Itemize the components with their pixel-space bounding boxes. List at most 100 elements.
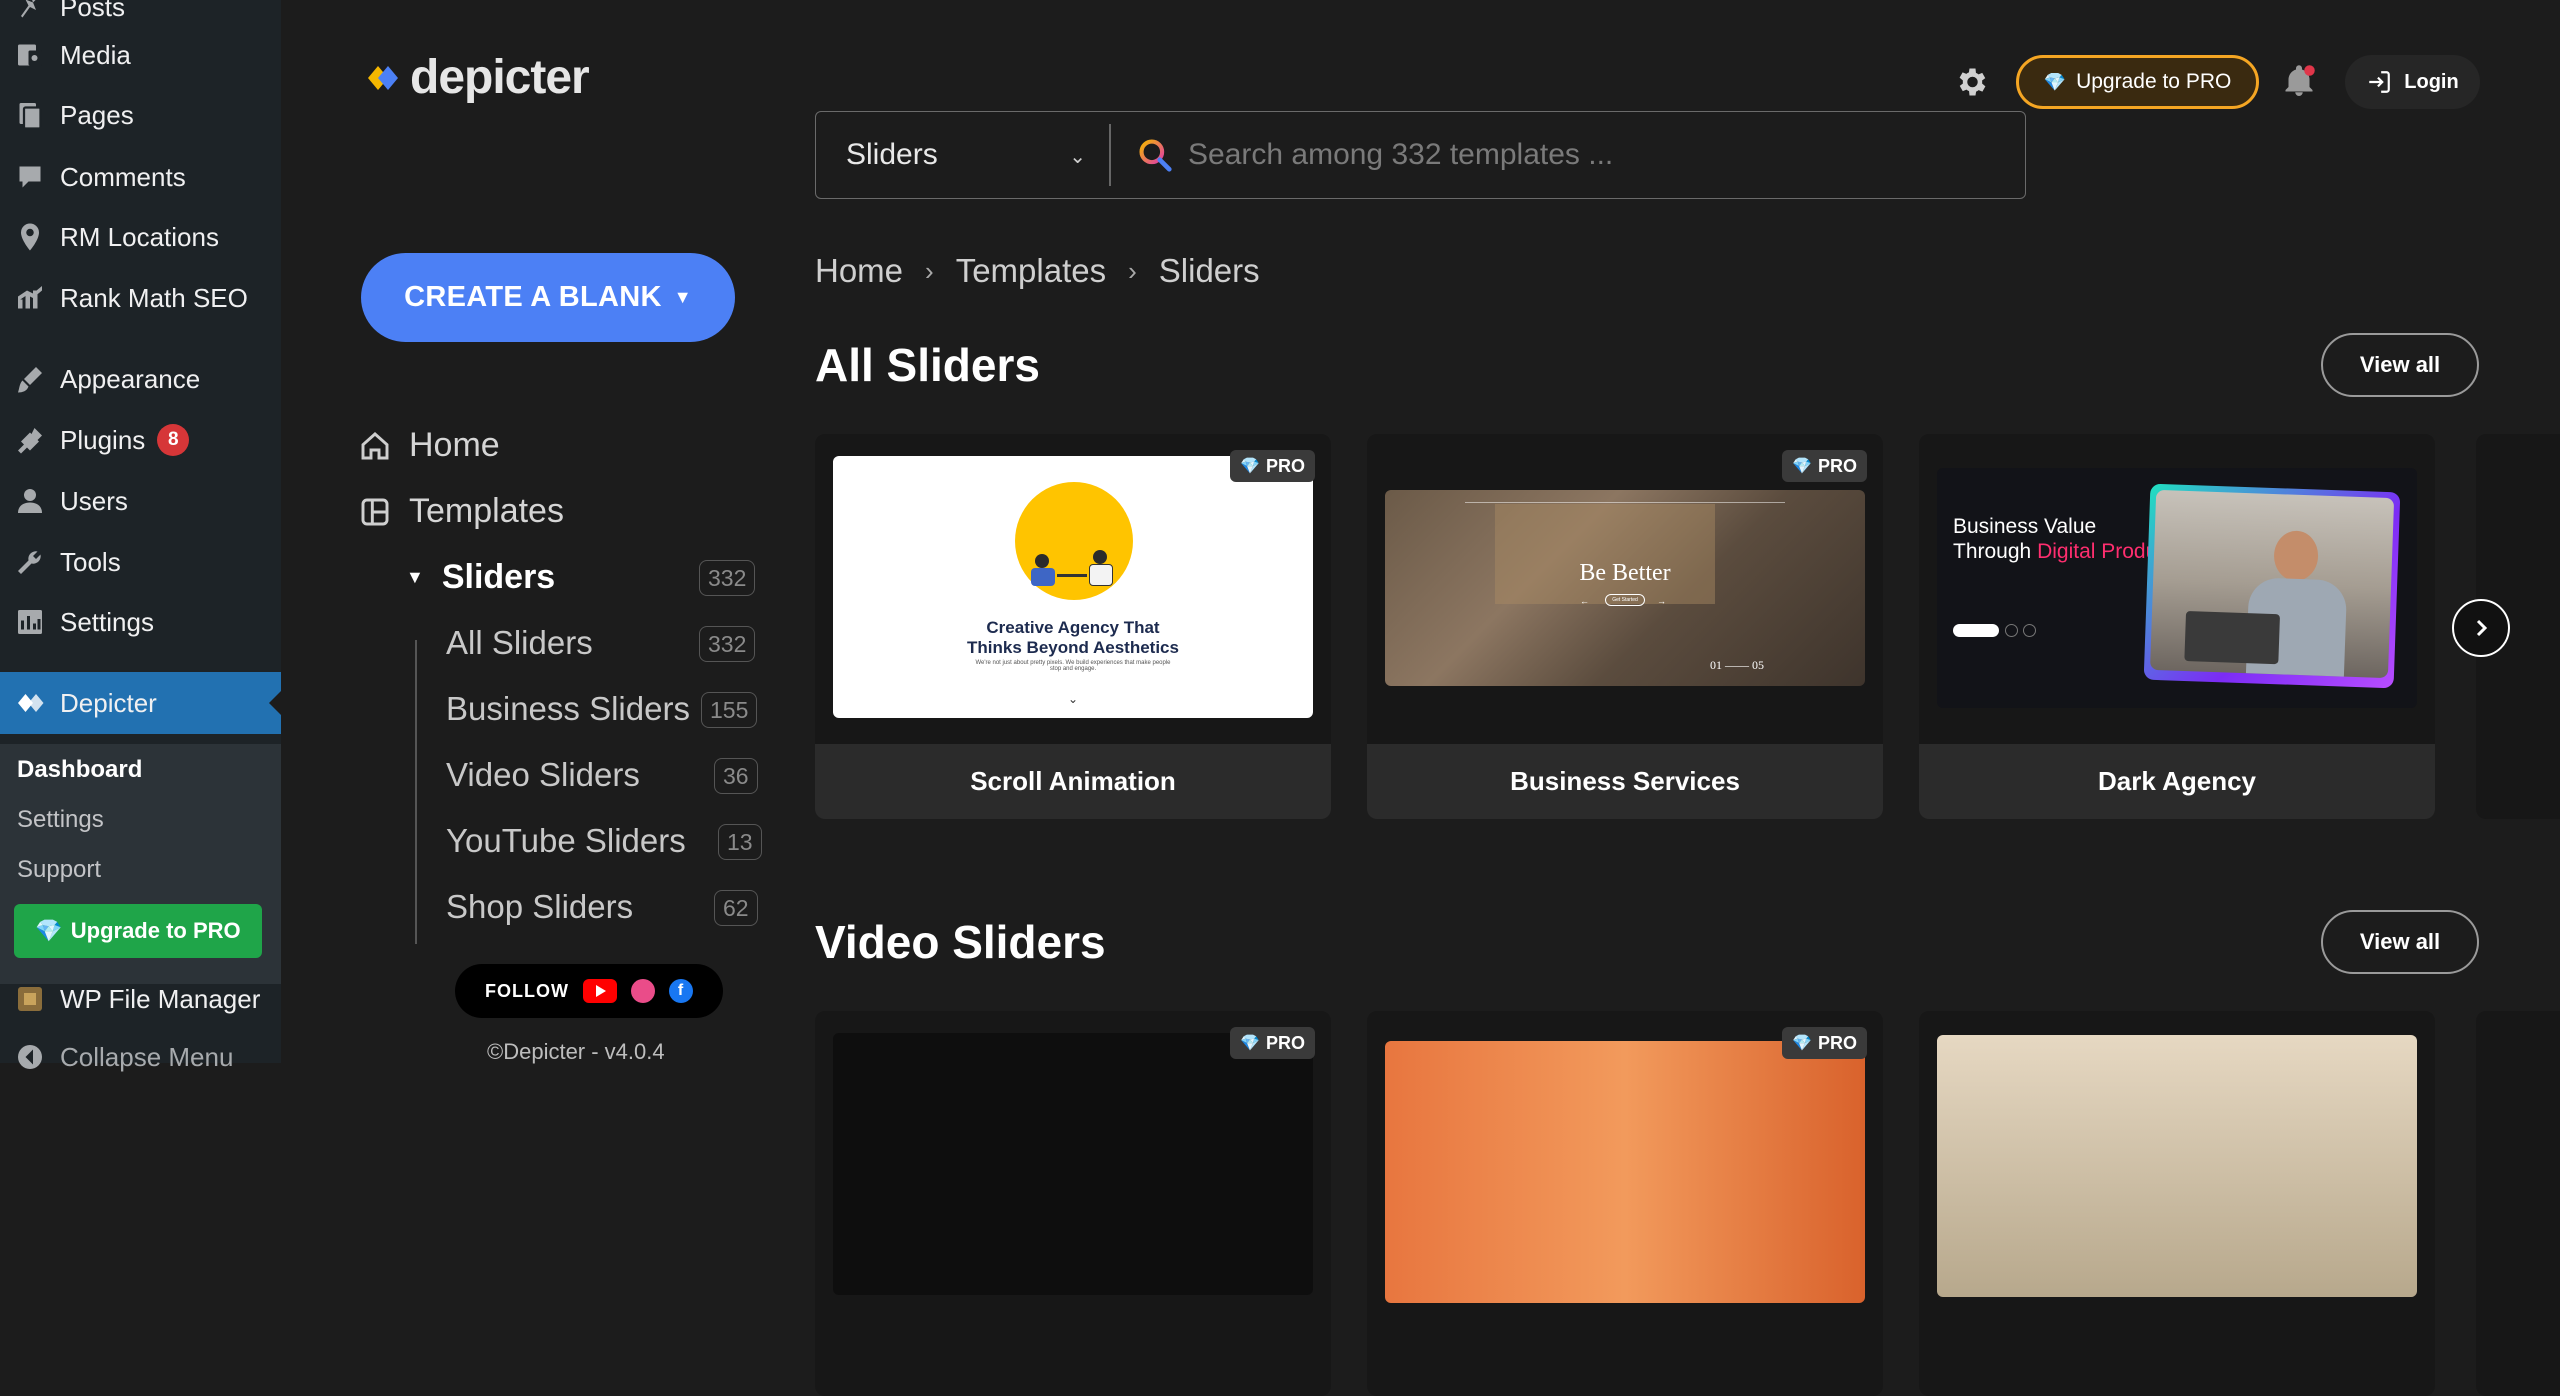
all-sliders-count: 332 [699, 626, 756, 662]
youtube-icon[interactable] [582, 979, 617, 1003]
people-illustration [1023, 544, 1123, 588]
plugin-icon [0, 425, 60, 455]
upgrade-pro-button[interactable]: 💎 Upgrade to PRO [2016, 55, 2259, 109]
sliders-count: 332 [699, 560, 756, 596]
gear-icon[interactable] [1953, 64, 1989, 100]
view-all-button[interactable]: View all [2321, 333, 2479, 397]
wp-menu-settings[interactable]: Settings [0, 597, 281, 647]
submenu-support[interactable]: Support [17, 856, 101, 884]
section-title-all-sliders: All Sliders [815, 339, 1040, 391]
submenu-settings[interactable]: Settings [17, 806, 104, 834]
depicter-logo-icon [368, 65, 398, 90]
dribbble-icon[interactable] [630, 979, 655, 1003]
user-icon [0, 486, 60, 516]
card-label: Business Services [1367, 744, 1883, 819]
wp-menu-rm-locations[interactable]: RM Locations [0, 212, 281, 262]
nav-sliders[interactable]: ▼ Sliders [406, 558, 555, 597]
chart-icon [0, 283, 60, 313]
category-select[interactable]: Sliders ⌄ [846, 112, 1086, 198]
photo-frame [2143, 483, 2401, 689]
nav-all-sliders[interactable]: All Sliders [446, 624, 593, 662]
wp-menu-file-manager[interactable]: WP File Manager [0, 974, 281, 1024]
follow-bar: FOLLOW f [455, 964, 723, 1018]
pro-badge: 💎 PRO [1782, 450, 1867, 482]
wp-menu-appearance[interactable]: Appearance [0, 354, 281, 404]
wp-menu-media[interactable]: Media [0, 30, 281, 80]
search-divider [1109, 124, 1111, 186]
wp-menu-collapse[interactable]: Collapse Menu [0, 1032, 281, 1082]
pin-icon [0, 0, 60, 22]
nav-templates[interactable]: Templates [359, 492, 564, 531]
video-sliders-count: 36 [714, 758, 758, 794]
preview-subtext: We're not just about pretty pixels. We b… [975, 660, 1171, 672]
home-icon [361, 431, 389, 459]
bell-icon[interactable] [2281, 63, 2317, 99]
breadcrumb-templates[interactable]: Templates [956, 252, 1106, 290]
pages-icon [0, 100, 60, 130]
wp-menu-plugins[interactable]: Plugins 8 [0, 415, 281, 465]
breadcrumb-home[interactable]: Home [815, 252, 903, 290]
youtube-sliders-count: 13 [718, 824, 762, 860]
template-card[interactable]: 💎 PRO Be Better Get Started ← → 01 —— 05 … [1367, 434, 1883, 819]
depicter-logo[interactable]: depicter [364, 50, 590, 105]
file-manager-icon [0, 984, 60, 1014]
template-preview: Be Better Get Started ← → 01 —— 05 [1385, 490, 1865, 686]
caret-down-icon: ▼ [673, 287, 692, 307]
shop-sliders-count: 62 [714, 890, 758, 926]
wp-menu-posts[interactable]: Posts [0, 0, 281, 32]
wp-admin-sidebar: Posts Media Pages Comments RM Locations … [0, 0, 281, 1072]
login-button[interactable]: Login [2345, 55, 2480, 109]
card-label: Scroll Animation [815, 744, 1331, 819]
chevron-down-icon: ⌄ [1067, 692, 1079, 706]
wp-menu-comments[interactable]: Comments [0, 152, 281, 202]
template-card[interactable]: 💎 PRO [1367, 1011, 1883, 1396]
settings-icon [0, 607, 60, 637]
preview-headline: Creative Agency That Thinks Beyond Aesth… [967, 618, 1179, 657]
template-preview [1385, 1041, 1865, 1303]
chevron-down-icon: ▼ [406, 567, 424, 587]
diamond-icon: 💎 [1240, 458, 1260, 475]
carousel-next-button[interactable] [2452, 599, 2510, 657]
template-card-peek [2476, 1011, 2560, 1396]
wp-menu-pages[interactable]: Pages [0, 90, 281, 140]
version-footer: ©Depicter - v4.0.4 [487, 1039, 665, 1064]
arrow-left-icon: ← [1580, 596, 1589, 606]
nav-shop-sliders[interactable]: Shop Sliders [446, 888, 633, 926]
brush-icon [0, 364, 60, 394]
card-label: Dark Agency [1919, 744, 2435, 819]
wp-menu-users[interactable]: Users [0, 476, 281, 526]
location-icon [0, 222, 60, 252]
pro-badge: 💎 PRO [1230, 450, 1315, 482]
chevron-down-icon: ⌄ [1069, 146, 1086, 168]
preview-cta: Get Started [1605, 594, 1645, 606]
business-sliders-count: 155 [701, 692, 758, 728]
wp-menu-depicter[interactable]: Depicter [0, 672, 281, 734]
preview-cta [1953, 624, 1999, 637]
view-all-button[interactable]: View all [2321, 910, 2479, 974]
wp-menu-rank-math[interactable]: Rank Math SEO [0, 273, 281, 323]
diamond-icon: 💎 [35, 918, 63, 943]
diamond-icon: 💎 [1792, 1035, 1812, 1052]
comments-icon [0, 162, 60, 192]
nav-video-sliders[interactable]: Video Sliders [446, 756, 640, 794]
breadcrumb: Home › Templates › Sliders [815, 252, 1260, 290]
pro-badge: 💎 PRO [1782, 1027, 1867, 1059]
wp-upgrade-pro-button[interactable]: 💎 Upgrade to PRO [14, 904, 262, 958]
template-preview [833, 1033, 1313, 1295]
template-card[interactable]: 💎 PRO Creative Agency That Thinks Beyond … [815, 434, 1331, 819]
nav-business-sliders[interactable]: Business Sliders [446, 690, 690, 728]
nav-home[interactable]: Home [359, 426, 500, 465]
diamond-icon: 💎 [2043, 71, 2067, 92]
arrow-right-icon: → [1657, 596, 1666, 606]
nav-youtube-sliders[interactable]: YouTube Sliders [446, 822, 686, 860]
depicter-icon [0, 688, 60, 718]
facebook-icon[interactable]: f [668, 979, 693, 1003]
pro-badge: 💎 PRO [1230, 1027, 1315, 1059]
search-input[interactable]: Search among 332 templates ... [1188, 112, 1988, 198]
template-card[interactable]: 💎 PRO [815, 1011, 1331, 1396]
template-card[interactable] [1919, 1011, 2435, 1396]
wp-menu-tools[interactable]: Tools [0, 537, 281, 587]
create-blank-button[interactable]: CREATE A BLANK ▼ [361, 253, 735, 342]
template-card[interactable]: Business Value Through Digital Products … [1919, 434, 2435, 819]
submenu-dashboard[interactable]: Dashboard [17, 756, 142, 784]
